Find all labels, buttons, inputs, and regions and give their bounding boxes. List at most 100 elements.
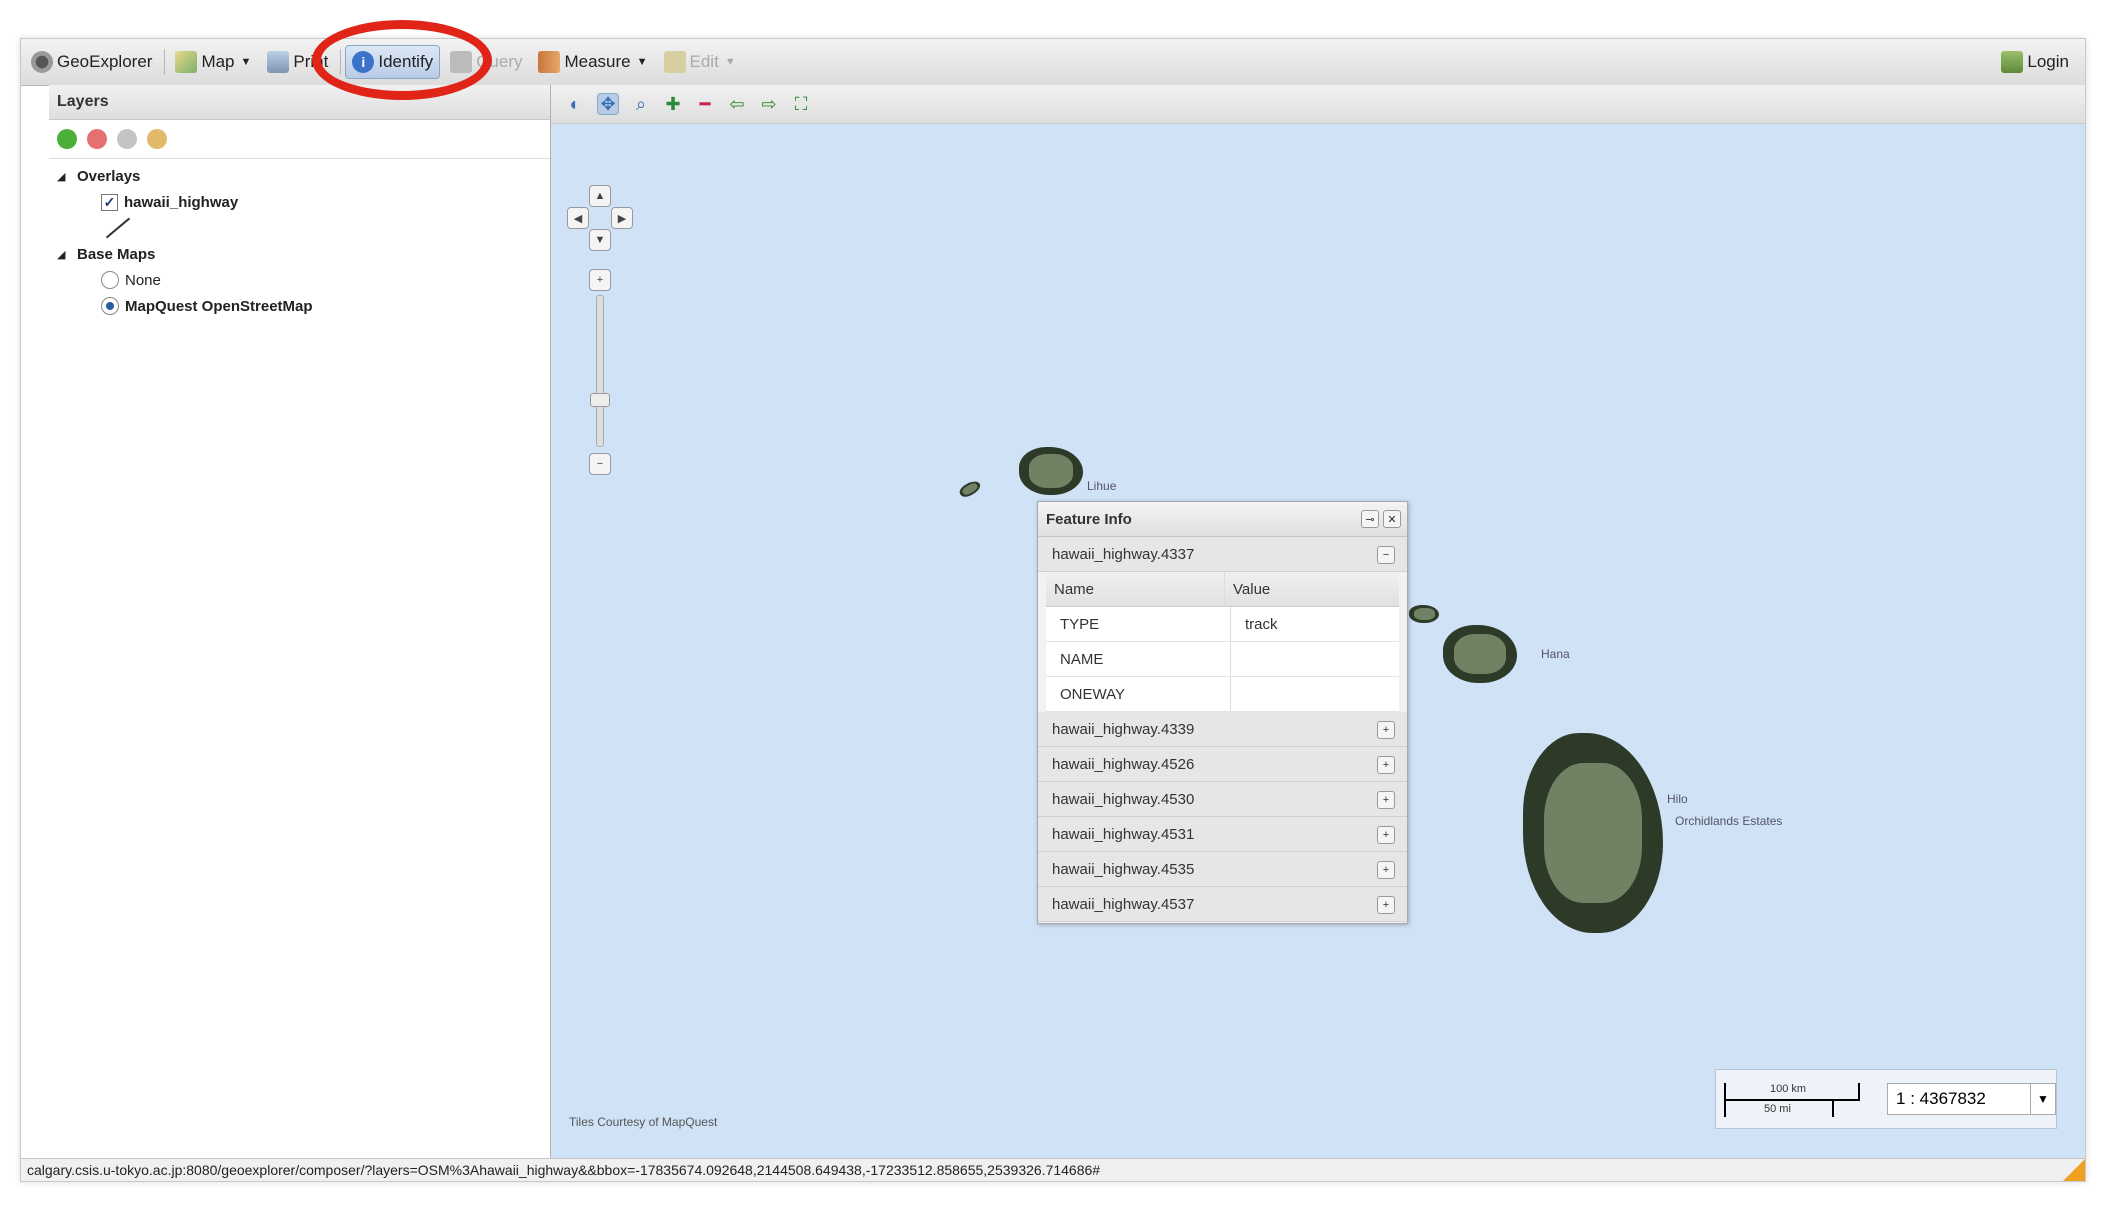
feature-group-label: hawaii_highway.4530 [1052, 790, 1195, 808]
table-header: Name Value [1046, 572, 1399, 607]
overlays-node[interactable]: ◢ Overlays [57, 163, 550, 189]
query-label: Query [476, 52, 523, 71]
globe-icon[interactable]: ◐ [565, 94, 585, 114]
chevron-down-icon: ▼ [636, 56, 648, 68]
attribute-value [1231, 642, 1245, 676]
basemap-osm-radio[interactable] [101, 297, 119, 315]
expand-icon[interactable]: + [1377, 756, 1395, 774]
table-row[interactable]: NAME [1046, 642, 1399, 677]
zoom-slider-thumb[interactable] [590, 393, 610, 407]
pan-down-button[interactable]: ▼ [589, 229, 611, 251]
layers-panel: Layers ◢ Overlays ✓ hawaii_highway ◢ Bas… [49, 85, 551, 1159]
column-header-name[interactable]: Name [1046, 572, 1225, 606]
basemap-osm-label: MapQuest OpenStreetMap [125, 297, 313, 315]
zoom-box-icon[interactable]: ⌕ [631, 94, 651, 114]
status-bar: calgary.csis.u-tokyo.ac.jp:8080/geoexplo… [21, 1158, 2085, 1181]
column-header-value[interactable]: Value [1225, 572, 1270, 606]
expand-icon[interactable]: + [1377, 861, 1395, 879]
geoexplorer-button[interactable]: GeoExplorer [25, 46, 158, 78]
feature-group-label: hawaii_highway.4526 [1052, 755, 1195, 773]
overlay-layer-label: hawaii_highway [124, 193, 239, 211]
place-label-lihue: Lihue [1087, 479, 1117, 493]
identify-label: Identify [378, 52, 434, 71]
map-menu-button[interactable]: Map ▼ [169, 46, 257, 78]
feature-group-collapsed[interactable]: hawaii_highway.4535 + [1038, 852, 1407, 887]
zoom-in-button[interactable]: + [589, 269, 611, 291]
history-back-icon[interactable]: ⇦ [727, 94, 747, 114]
feature-group-label: hawaii_highway.4337 [1052, 545, 1195, 563]
basemaps-node[interactable]: ◢ Base Maps [57, 241, 550, 267]
line-legend-icon [105, 217, 131, 239]
pan-icon[interactable]: ✥ [597, 93, 619, 115]
chevron-down-icon[interactable]: ▼ [2030, 1084, 2055, 1114]
overlays-label: Overlays [77, 167, 141, 185]
resize-corner[interactable] [2063, 1159, 2085, 1181]
basemap-none-radio[interactable] [101, 271, 119, 289]
pin-icon[interactable]: ⊸ [1361, 510, 1379, 528]
expand-triangle-icon[interactable]: ◢ [57, 170, 71, 183]
expand-triangle-icon[interactable]: ◢ [57, 248, 71, 261]
feature-info-title: Feature Info [1038, 502, 1407, 537]
map-viewport[interactable]: ◐ ✥ ⌕ ✚ ━ ⇦ ⇨ ⛶ ▲ ◀ ▶ ▼ + − Lihue Hana H… [551, 85, 2085, 1159]
add-layer-icon[interactable] [57, 129, 77, 149]
close-icon[interactable]: ✕ [1383, 510, 1401, 528]
feature-group-collapsed[interactable]: hawaii_highway.4526 + [1038, 747, 1407, 782]
scale-value: 1 : 4367832 [1896, 1089, 1986, 1108]
scale-bar: 100 km 50 mi [1724, 1079, 1873, 1119]
attribute-name: NAME [1046, 642, 1231, 676]
feature-group-expanded[interactable]: hawaii_highway.4337 − [1038, 537, 1407, 572]
expand-icon[interactable]: + [1377, 826, 1395, 844]
scale-dropdown[interactable]: 1 : 4367832 ▼ [1887, 1083, 2056, 1115]
login-button[interactable]: Login [1995, 46, 2075, 78]
chevron-down-icon: ▼ [240, 56, 252, 68]
pan-right-button[interactable]: ▶ [611, 207, 633, 229]
overlay-layer-item[interactable]: ✓ hawaii_highway [57, 189, 550, 215]
expand-icon[interactable]: + [1377, 896, 1395, 914]
login-label: Login [2027, 52, 2069, 71]
feature-group-collapsed[interactable]: hawaii_highway.4531 + [1038, 817, 1407, 852]
layer-properties-icon[interactable] [117, 129, 137, 149]
query-button[interactable]: Query [444, 46, 528, 78]
expand-icon[interactable]: + [1377, 721, 1395, 739]
feature-group-collapsed[interactable]: hawaii_highway.4537 + [1038, 887, 1407, 922]
toolbar-divider [164, 49, 166, 75]
map-attribution[interactable]: Tiles Courtesy of MapQuest [569, 1115, 717, 1129]
basemap-none-item[interactable]: None [57, 267, 550, 293]
measure-menu-button[interactable]: Measure ▼ [532, 46, 653, 78]
basemap-none-label: None [125, 271, 161, 289]
identify-button[interactable]: i Identify [345, 45, 441, 79]
basemap-osm-item[interactable]: MapQuest OpenStreetMap [57, 293, 550, 319]
maui-west-island [1409, 605, 1439, 623]
edit-menu-button[interactable]: Edit ▼ [658, 46, 742, 78]
maui-island [1443, 625, 1517, 683]
zoom-in-icon[interactable]: ✚ [663, 94, 683, 114]
layers-tools [49, 120, 550, 159]
print-button[interactable]: Print [261, 46, 334, 78]
layer-checkbox[interactable]: ✓ [101, 193, 118, 211]
niihau-island [957, 478, 983, 500]
pan-up-button[interactable]: ▲ [589, 185, 611, 207]
binoculars-icon [450, 51, 473, 73]
layer-styles-icon[interactable] [147, 129, 167, 149]
print-label: Print [293, 52, 329, 71]
feature-group-collapsed[interactable]: hawaii_highway.4530 + [1038, 782, 1407, 817]
expand-icon[interactable]: + [1377, 791, 1395, 809]
table-row[interactable]: TYPE track [1046, 607, 1399, 642]
remove-layer-icon[interactable] [87, 129, 107, 149]
zoom-slider[interactable] [596, 295, 604, 447]
geoexplorer-window: GeoExplorer Map ▼ Print i Identify Query… [20, 38, 2086, 1182]
history-forward-icon[interactable]: ⇨ [759, 94, 779, 114]
feature-group-collapsed[interactable]: hawaii_highway.4339 + [1038, 712, 1407, 747]
scale-mi-label: 50 mi [1764, 1103, 1791, 1115]
zoom-out-button[interactable]: − [589, 453, 611, 475]
zoom-out-icon[interactable]: ━ [695, 94, 715, 114]
measure-label: Measure [564, 52, 631, 71]
table-row[interactable]: ONEWAY [1046, 677, 1399, 712]
feature-info-window-controls: ⊸ ✕ [1361, 510, 1401, 528]
zoom-extent-icon[interactable]: ⛶ [791, 94, 811, 114]
collapse-icon[interactable]: − [1377, 546, 1395, 564]
pan-left-button[interactable]: ◀ [567, 207, 589, 229]
gear-icon [31, 51, 53, 73]
big-island [1523, 733, 1663, 933]
chevron-down-icon: ▼ [724, 56, 736, 68]
